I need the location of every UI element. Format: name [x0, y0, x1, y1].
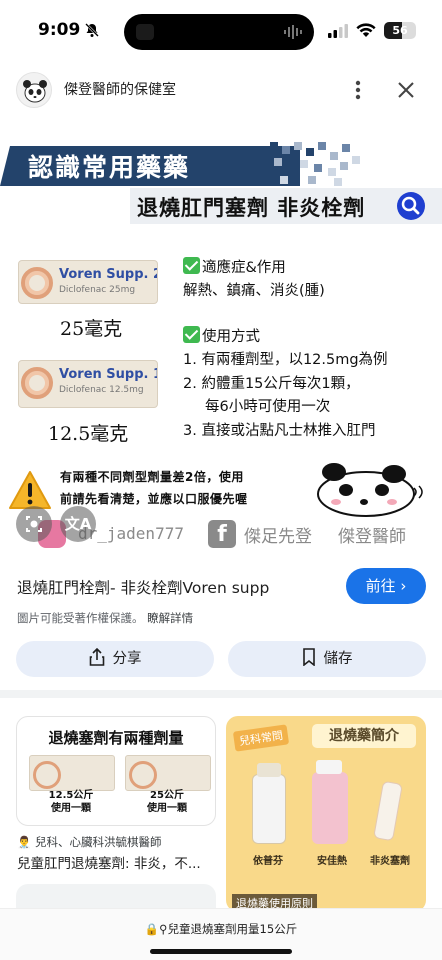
- main-result-image[interactable]: 認識常用藥藥 退燒肛門塞劑 非炎栓劑 Voren Supp. 25mg Dicl…: [0, 136, 442, 556]
- usage-heading-row: 使用方式: [183, 325, 260, 346]
- medicine-label: 非炎塞劑: [370, 856, 410, 867]
- warning-line-1: 有兩種不同劑型劑量差2倍，使用: [60, 470, 244, 484]
- lens-search-button[interactable]: [16, 506, 52, 542]
- pixel-decoration: [270, 142, 360, 186]
- suppository-pack-image: [125, 755, 211, 791]
- battery-indicator: 56: [384, 22, 416, 39]
- dose-count: 使用一顆: [51, 803, 91, 814]
- warning-icon: [9, 471, 51, 509]
- card-caption[interactable]: 兒童肛門退燒塞劑: 非炎，不...: [17, 852, 201, 872]
- usage-heading: 使用方式: [202, 329, 260, 345]
- panda-mascot-icon: [317, 463, 423, 517]
- bell-off-icon: [85, 23, 99, 37]
- card-title: 退燒藥簡介: [312, 724, 416, 748]
- dose-weight: 12.5公斤: [48, 790, 94, 801]
- bookmark-icon: [302, 648, 315, 666]
- learn-more-link[interactable]: 瞭解詳情: [147, 611, 193, 625]
- battery-level: 56: [392, 24, 408, 37]
- section-divider: [0, 690, 442, 698]
- url-bar-content: 🔒⚲兒童退燒塞劑用量15公斤: [0, 921, 442, 937]
- medicine-label: 依普芬: [253, 856, 283, 867]
- warning-line-2: 前請先看清楚，並應以口服優先喔: [60, 492, 248, 506]
- translate-icon: 文A: [64, 515, 92, 533]
- share-label: 分享: [112, 651, 142, 667]
- url-bar[interactable]: 🔒⚲兒童退燒塞劑用量15公斤: [0, 908, 442, 960]
- audio-wave-icon: [284, 25, 302, 39]
- visit-label: 前往: [365, 577, 396, 595]
- share-icon: [89, 648, 104, 666]
- suppository-image: [373, 780, 403, 842]
- result-title[interactable]: 退燒肛門栓劑- 非炎栓劑Voren supp: [17, 576, 269, 598]
- suppository-pack-25mg: Voren Supp. 25mg Diclofenac 25mg: [18, 260, 158, 304]
- facebook-page-name: 傑足先登: [244, 527, 312, 547]
- facebook-icon: f: [208, 520, 236, 548]
- pack-ingredient: Diclofenac 25mg: [59, 285, 136, 295]
- usage-step-2: 2. 約體重15公斤每次1顆，: [183, 376, 360, 392]
- save-label: 儲存: [323, 651, 353, 667]
- status-bar: 9:09 56: [0, 0, 442, 62]
- lens-icon: [26, 516, 42, 532]
- medicine-bottle-image: [252, 763, 286, 844]
- share-button[interactable]: 分享: [16, 641, 214, 677]
- search-icon: [397, 192, 425, 220]
- banner-title: 認識常用藥藥: [28, 153, 191, 182]
- usage-step-1: 1. 有兩種劑型，以12.5mg為例: [183, 352, 388, 368]
- site-name[interactable]: 傑登醫師的保健室: [64, 79, 176, 99]
- doctor-avatar-icon: 👨‍⚕️: [17, 835, 32, 849]
- pack-logo: [21, 367, 53, 399]
- visit-button[interactable]: 前往 ›: [346, 568, 426, 604]
- card-dose-label: 25公斤 使用一顆: [127, 789, 207, 815]
- close-icon[interactable]: [394, 76, 418, 104]
- pack-logo: [21, 267, 53, 299]
- card-source-name: 兒科、心臟科洪毓棋醫師: [34, 835, 162, 849]
- dose-weight: 25公斤: [150, 790, 184, 801]
- pack-brand: Voren Supp. 12.5mg: [59, 367, 157, 382]
- suppository-pack-12-5mg: Voren Supp. 12.5mg Diclofenac 12.5mg: [18, 360, 158, 408]
- chevron-right-icon: ›: [400, 577, 407, 595]
- pack-ingredient: Diclofenac 12.5mg: [59, 385, 144, 395]
- dose-label-25: 25毫克: [60, 318, 123, 340]
- card-tag: 兒科常問: [232, 724, 290, 752]
- related-image-card-1[interactable]: 退燒塞劑有兩種劑量 12.5公斤 使用一顆 25公斤 使用一顆: [16, 716, 216, 826]
- card-dose-label: 12.5公斤 使用一顆: [31, 789, 111, 815]
- more-vert-icon[interactable]: [346, 76, 370, 104]
- indication-text: 解熱、鎮痛、消炎(腫): [183, 283, 325, 299]
- status-time: 9:09: [38, 20, 81, 40]
- check-mark-icon: [183, 326, 200, 343]
- pack-brand: Voren Supp. 25mg: [59, 267, 157, 282]
- medicine-label: 安佳熱: [317, 856, 347, 867]
- translate-button[interactable]: 文A: [60, 506, 96, 542]
- usage-step-3: 3. 直接或沾點凡士林推入肛門: [183, 423, 376, 439]
- lock-icon: 🔒: [144, 922, 160, 936]
- suppository-pack-image: [29, 755, 115, 791]
- copyright-note: 圖片可能受著作權保護。 瞭解詳情: [17, 610, 193, 626]
- clinic-name: 傑登醫師: [338, 527, 406, 547]
- wifi-icon: [356, 23, 376, 37]
- url-query: 兒童退燒塞劑用量15公斤: [167, 922, 298, 936]
- check-mark-icon: [183, 257, 200, 274]
- dose-count: 使用一顆: [147, 803, 187, 814]
- island-app-icon: [136, 24, 154, 40]
- medicine-bottle-image: [312, 760, 348, 844]
- dose-label-12-5: 12.5毫克: [48, 423, 129, 445]
- panda-avatar-icon[interactable]: [16, 72, 52, 108]
- dynamic-island: [124, 14, 314, 50]
- search-small-icon: ⚲: [159, 922, 168, 936]
- save-button[interactable]: 儲存: [228, 641, 426, 677]
- banner-subtitle: 退燒肛門塞劑 非炎栓劑: [137, 196, 366, 220]
- indication-heading: 適應症&作用: [202, 260, 286, 276]
- usage-step-2-cont: 每6小時可使用一次: [205, 399, 331, 415]
- related-image-card-2[interactable]: 兒科常問 退燒藥簡介 依普芬 安佳熱 非炎塞劑 退燒藥使用原則: [226, 716, 426, 912]
- indication-heading-row: 適應症&作用: [183, 256, 286, 277]
- cellular-signal-icon: [328, 24, 348, 38]
- home-indicator: [150, 949, 292, 954]
- copyright-text: 圖片可能受著作權保護。: [17, 611, 144, 625]
- image-viewer-header: 傑登醫師的保健室: [0, 68, 442, 112]
- card-title: 退燒塞劑有兩種劑量: [48, 729, 184, 747]
- card-source[interactable]: 👨‍⚕️ 兒科、心臟科洪毓棋醫師: [17, 834, 161, 850]
